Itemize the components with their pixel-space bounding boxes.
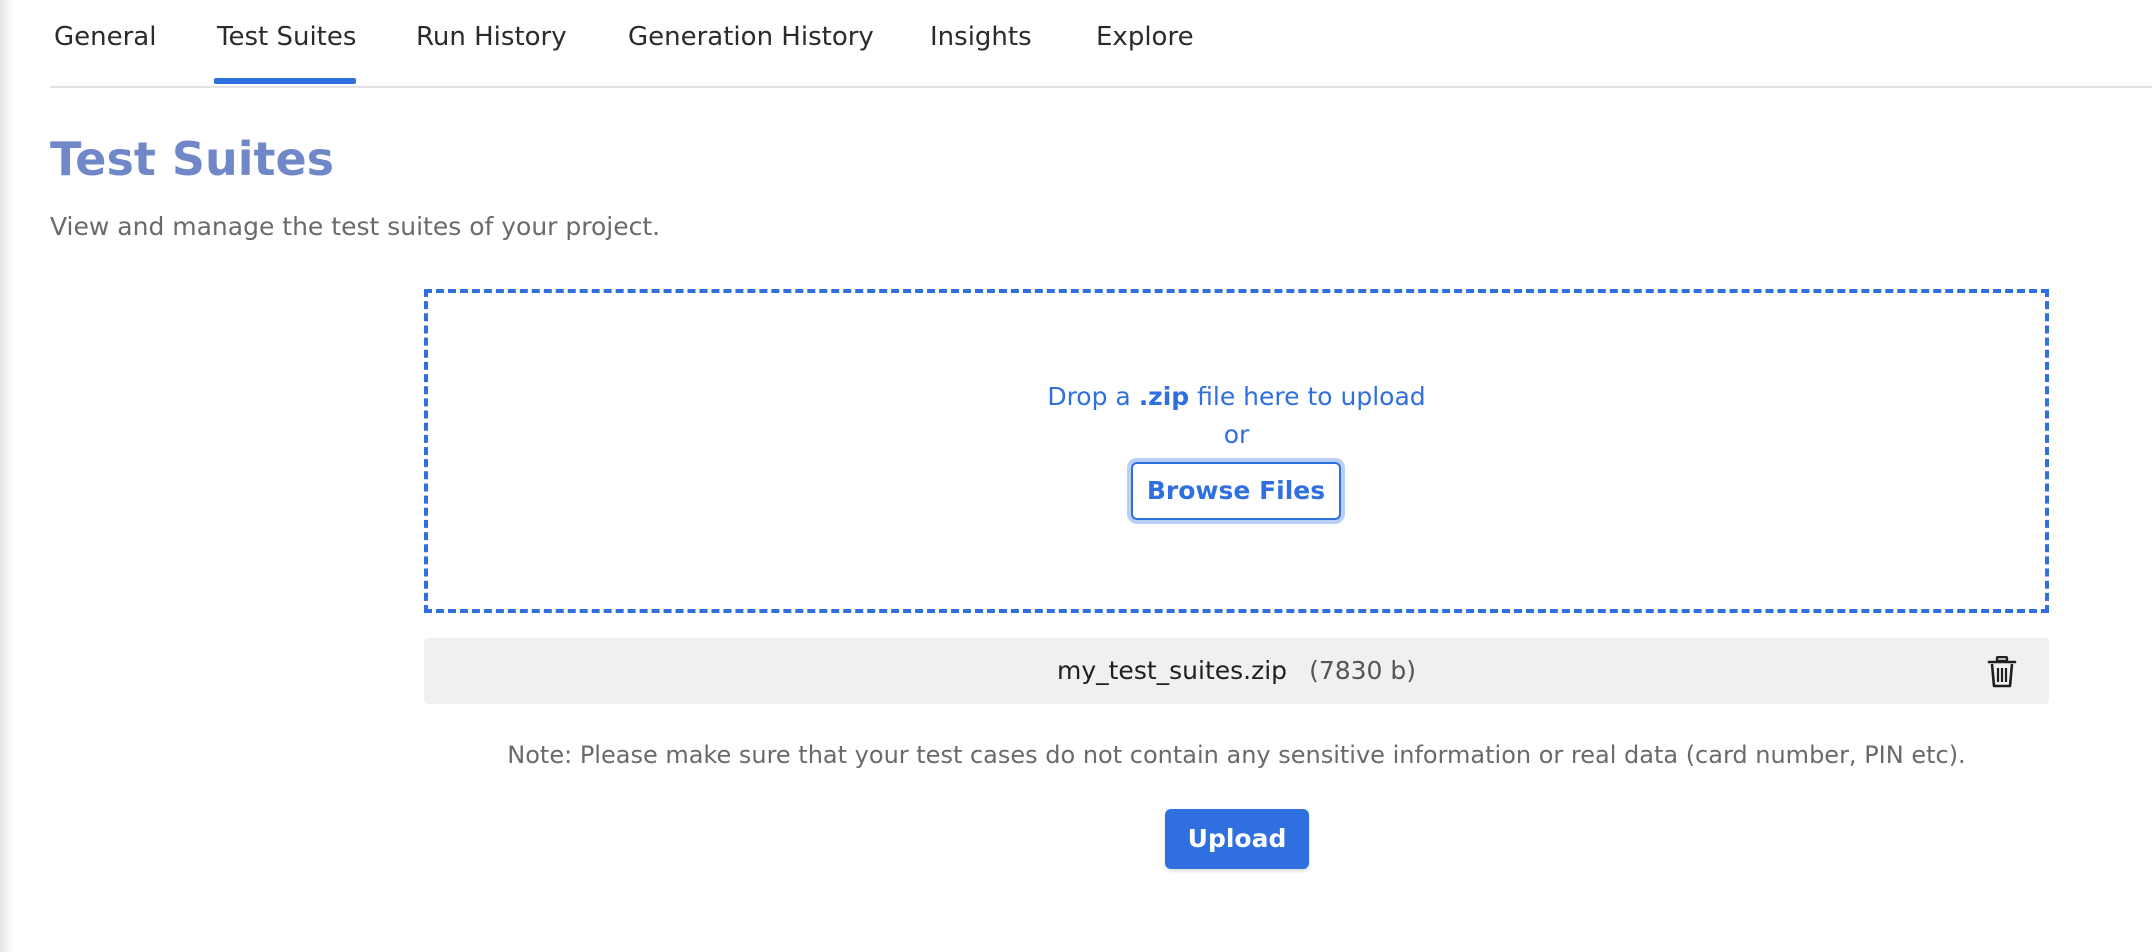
browse-files-button[interactable]: Browse Files bbox=[1131, 462, 1341, 520]
trash-icon[interactable] bbox=[1987, 656, 2017, 688]
upload-button[interactable]: Upload bbox=[1165, 809, 1309, 869]
drop-text-after: file here to upload bbox=[1189, 382, 1426, 411]
tab-explore[interactable]: Explore bbox=[1096, 22, 1194, 52]
file-dropzone[interactable]: Drop a .zip file here to upload or Brows… bbox=[424, 289, 2049, 613]
left-edge-shadow bbox=[0, 0, 14, 952]
tab-bar: General Test Suites Run History Generati… bbox=[50, 0, 2152, 88]
tab-general[interactable]: General bbox=[54, 22, 156, 52]
tab-insights[interactable]: Insights bbox=[930, 22, 1032, 52]
drop-instruction: Drop a .zip file here to upload bbox=[428, 382, 2045, 411]
tab-test-suites[interactable]: Test Suites bbox=[217, 22, 356, 52]
drop-text-before: Drop a bbox=[1047, 382, 1139, 411]
tab-generation-history[interactable]: Generation History bbox=[628, 22, 874, 52]
file-name: my_test_suites.zip bbox=[1056, 656, 1288, 685]
selected-file-row: my_test_suites.zip (7830 b) bbox=[424, 638, 2049, 704]
drop-or-text: or bbox=[1223, 420, 1250, 449]
privacy-note: Note: Please make sure that your test ca… bbox=[507, 741, 1966, 769]
drop-text-extension: .zip bbox=[1138, 382, 1190, 411]
page-subtitle: View and manage the test suites of your … bbox=[50, 212, 661, 241]
active-tab-indicator bbox=[214, 78, 356, 84]
page-title: Test Suites bbox=[50, 132, 335, 186]
file-info: my_test_suites.zip (7830 b) bbox=[424, 656, 2049, 685]
file-size: (7830 b) bbox=[1309, 656, 1417, 685]
tab-run-history[interactable]: Run History bbox=[416, 22, 567, 52]
